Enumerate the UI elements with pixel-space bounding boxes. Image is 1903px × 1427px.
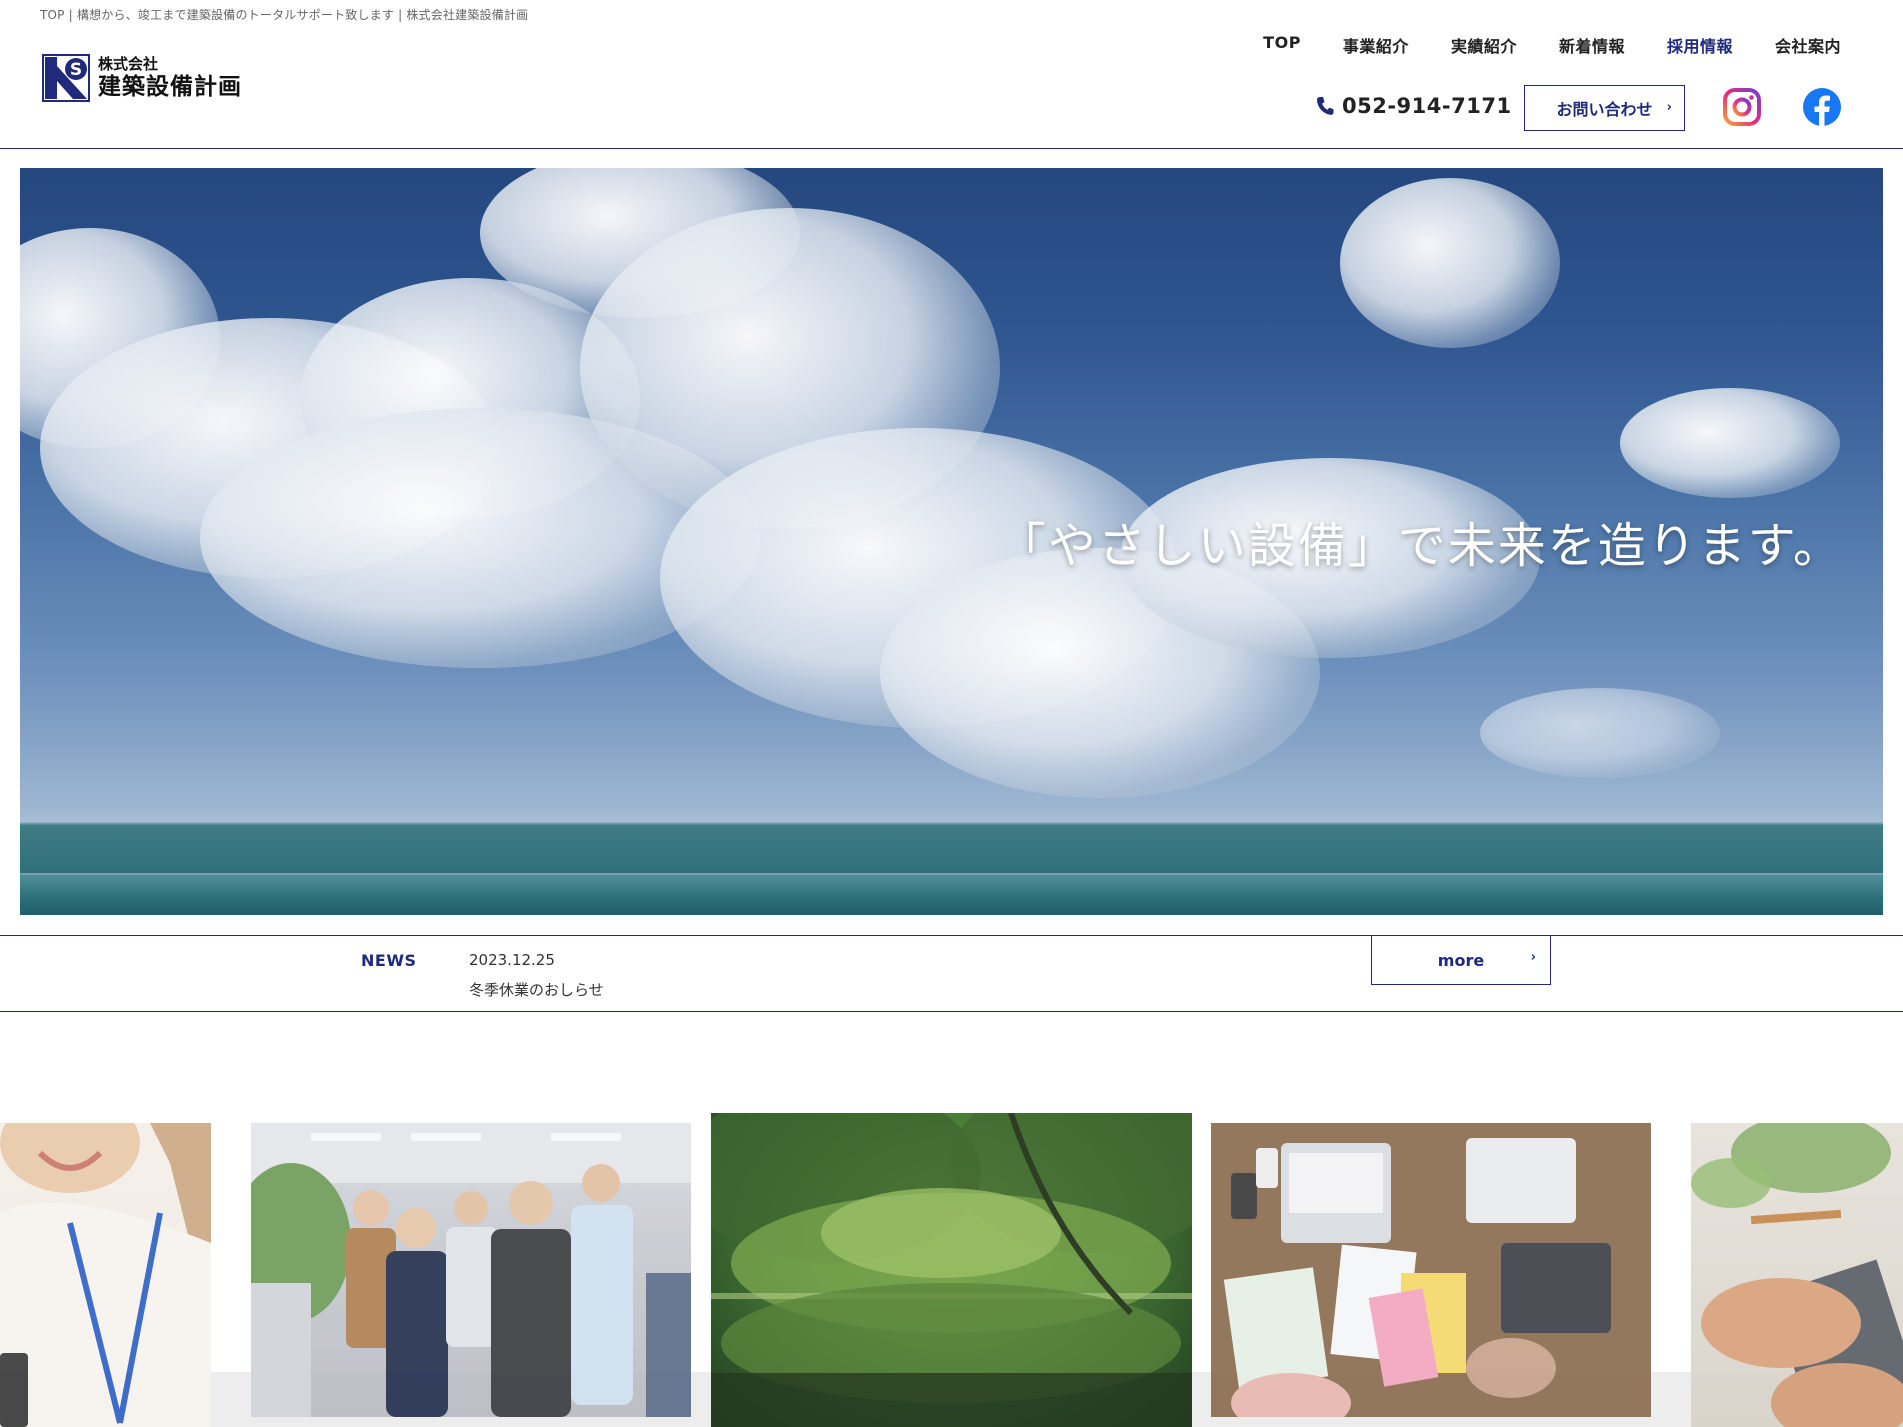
nav-item-business[interactable]: 事業紹介 [1343,33,1409,57]
chevron-right-icon: › [1530,950,1536,965]
nav-item-news[interactable]: 新着情報 [1559,33,1625,57]
logo-subtitle: 株式会社 [98,55,159,73]
instagram-link[interactable] [1722,87,1762,127]
phone-number: 052-914-7171 [1342,94,1512,118]
hero-catchcopy: 「やさしい設備」で未来を造ります。 [997,518,1843,574]
phone-link[interactable]: 052-914-7171 [1316,94,1512,118]
facebook-icon [1803,88,1841,126]
contact-button[interactable]: お問い合わせ › [1524,85,1685,131]
site-header: TOP | 構想から、竣工まで建築設備のトータルサポート致します | 株式会社建… [0,0,1903,149]
company-logo-icon: S [42,54,90,102]
hero-sea [20,875,1883,915]
news-bar: NEWS 2023.12.25 冬季休業のおしらせ more › [0,935,1903,1012]
news-more-label: more [1437,950,1485,970]
site-logo[interactable]: S 株式会社 建築設備計画 [42,54,242,102]
photo-staff-woman [0,1123,211,1427]
contact-button-label: お問い合わせ [1556,100,1653,119]
phone-icon [1316,97,1334,115]
breadcrumb: TOP | 構想から、竣工まで建築設備のトータルサポート致します | 株式会社建… [40,8,529,22]
nav-item-works[interactable]: 実績紹介 [1451,33,1517,57]
photo-typing-laptop [1691,1123,1903,1427]
news-title-link[interactable]: 冬季休業のおしらせ [469,979,604,1000]
facebook-link[interactable] [1802,87,1842,127]
hero-cloud [1620,388,1840,498]
svg-text:S: S [70,60,82,80]
hero-cloud [1480,688,1720,778]
photo-green-forest [711,1113,1192,1427]
photo-team-members [251,1123,691,1417]
photo-desk-laptops [1211,1123,1651,1417]
hero-image: 「やさしい設備」で未来を造ります。 [20,168,1883,915]
hero-cloud [1340,178,1560,348]
main-nav: TOP 事業紹介 実績紹介 新着情報 採用情報 会社案内 [1221,33,1841,57]
news-more-button[interactable]: more › [1371,935,1551,985]
logo-title: 建築設備計画 [98,74,242,100]
instagram-icon [1723,88,1761,126]
news-label: NEWS [361,951,417,970]
chevron-right-icon: › [1666,100,1672,115]
nav-item-top[interactable]: TOP [1263,33,1301,57]
news-date: 2023.12.25 [469,951,555,969]
nav-item-company[interactable]: 会社案内 [1775,33,1841,57]
nav-item-recruit[interactable]: 採用情報 [1667,33,1733,57]
